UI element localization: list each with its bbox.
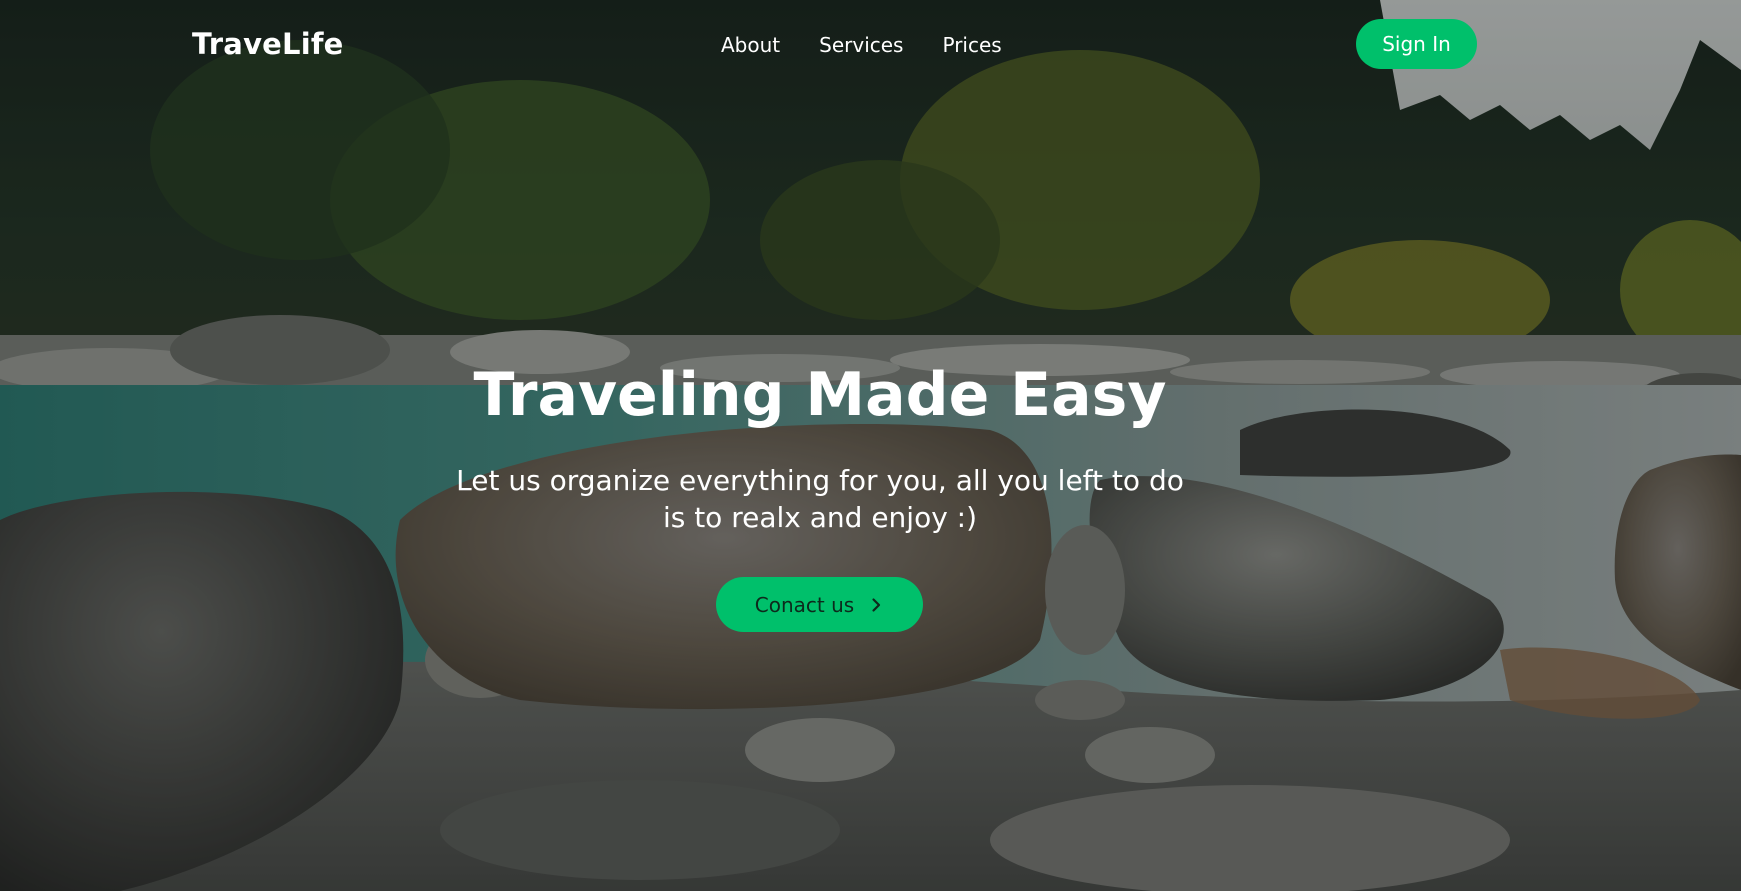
nav-link-services[interactable]: Services bbox=[819, 30, 903, 60]
hero-section: TraveLife About Services Prices Sign In … bbox=[0, 0, 1741, 891]
nav-links: About Services Prices bbox=[721, 30, 1002, 60]
contact-us-label: Conact us bbox=[754, 592, 855, 617]
navbar: TraveLife About Services Prices Sign In bbox=[0, 0, 1741, 90]
site-logo[interactable]: TraveLife bbox=[192, 24, 344, 64]
contact-us-button[interactable]: Conact us bbox=[716, 577, 923, 632]
nav-link-prices[interactable]: Prices bbox=[942, 30, 1001, 60]
hero-subtitle: Let us organize everything for you, all … bbox=[456, 464, 1184, 534]
hero-background-image bbox=[0, 0, 1741, 891]
sign-in-button[interactable]: Sign In bbox=[1356, 19, 1477, 69]
nav-link-about[interactable]: About bbox=[721, 30, 780, 60]
hero-headline: Traveling Made Easy bbox=[473, 360, 1167, 430]
chevron-right-icon bbox=[872, 597, 881, 612]
